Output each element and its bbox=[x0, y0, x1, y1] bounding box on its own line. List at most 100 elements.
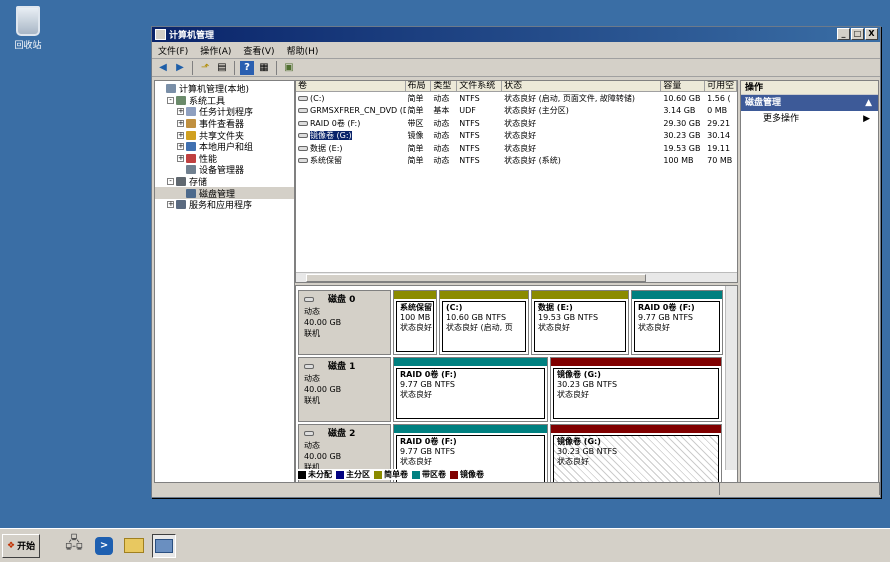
col-header-type[interactable]: 类型 bbox=[431, 81, 458, 91]
volume-name: 数据 (E:) bbox=[310, 143, 343, 153]
tree-node[interactable]: - 存储 bbox=[155, 176, 294, 188]
tree-node-icon bbox=[186, 107, 196, 117]
expand-toggle-icon[interactable]: + bbox=[167, 201, 174, 209]
more-actions-item[interactable]: 更多操作 ▶ bbox=[741, 111, 878, 127]
tree-node[interactable]: 磁盘管理 bbox=[155, 187, 294, 200]
start-button[interactable]: ❖ 开始 bbox=[2, 533, 41, 558]
tree-node[interactable]: - 系统工具 bbox=[155, 95, 294, 107]
volume-title: RAID 0卷 (F:) bbox=[638, 303, 695, 312]
title-bar[interactable]: 计算机管理 _ □ X bbox=[152, 27, 880, 42]
volume-block[interactable]: RAID 0卷 (F:) 9.77 GB NTFS 状态良好 bbox=[393, 357, 548, 422]
volume-row[interactable]: (C:) 简单 动态 NTFS 状态良好 (启动, 页面文件, 故障转储) 10.60 G… bbox=[296, 92, 737, 105]
col-header-volume[interactable]: 卷 bbox=[296, 81, 406, 91]
tree-node[interactable]: + 共享文件夹 bbox=[155, 129, 294, 142]
col-header-filesystem[interactable]: 文件系统 bbox=[457, 81, 503, 91]
menu-file[interactable]: 文件(F) bbox=[158, 44, 188, 57]
volume-size-fs: 100 MB N bbox=[400, 313, 433, 322]
tree-node[interactable]: 设备管理器 bbox=[155, 164, 294, 176]
computer-management-window: 计算机管理 _ □ X 文件(F) 操作(A) 查看(V) 帮助(H) ◀ ▶ … bbox=[151, 26, 881, 498]
menu-help[interactable]: 帮助(H) bbox=[287, 44, 319, 57]
tree-node[interactable]: 计算机管理(本地) bbox=[155, 83, 294, 95]
disk-size: 40.00 GB bbox=[304, 318, 342, 327]
tree-node-icon bbox=[176, 177, 186, 187]
explorer-icon[interactable] bbox=[122, 534, 146, 558]
tree-node[interactable]: + 性能 bbox=[155, 153, 294, 165]
volume-row[interactable]: 系统保留 简单 动态 NTFS 状态良好 (系统) 100 MB 70 MB bbox=[296, 155, 737, 168]
expand-toggle-icon[interactable]: + bbox=[177, 143, 184, 151]
volume-block[interactable]: 数据 (E:) 19.53 GB NTFS 状态良好 bbox=[531, 290, 629, 355]
volume-cell: 状态良好 (系统) bbox=[504, 156, 561, 166]
disk-type: 动态 bbox=[304, 441, 320, 450]
vertical-scrollbar[interactable] bbox=[725, 286, 737, 470]
volume-cell: 基本 bbox=[433, 106, 450, 116]
status-section bbox=[720, 483, 880, 495]
horizontal-scrollbar[interactable] bbox=[296, 272, 737, 282]
submenu-arrow-icon: ▶ bbox=[863, 114, 870, 124]
col-header-capacity[interactable]: 容量 bbox=[661, 81, 706, 91]
volume-cell: GRMSXFRER_CN_DVD (D:) bbox=[296, 106, 406, 115]
volume-block[interactable]: 镜像卷 (G:) 30.23 GB NTFS 状态良好 bbox=[550, 357, 722, 422]
computer-management-task-icon[interactable] bbox=[152, 533, 177, 558]
server-manager-icon[interactable]: 🖧 bbox=[62, 533, 86, 558]
volume-row[interactable]: 数据 (E:) 简单 动态 NTFS 状态良好 19.53 GB 19.11 bbox=[296, 142, 737, 155]
col-header-status[interactable]: 状态 bbox=[502, 81, 662, 91]
volume-type-bar bbox=[394, 291, 436, 299]
volume-block[interactable]: (C:) 10.60 GB NTFS 状态良好 (启动, 页 bbox=[439, 290, 529, 355]
tree-node-icon bbox=[186, 142, 196, 152]
volume-block[interactable]: 系统保留100 MB N状态良好 bbox=[393, 290, 437, 355]
properties-icon[interactable]: ▣ bbox=[282, 61, 296, 75]
back-icon[interactable]: ◀ bbox=[156, 61, 170, 75]
powershell-icon[interactable]: > bbox=[92, 534, 116, 558]
volume-title: 镜像卷 (G:) bbox=[557, 370, 601, 379]
tree-node[interactable]: + 本地用户和组 bbox=[155, 141, 294, 153]
volume-status: 状态良好 (启动, 页 bbox=[446, 323, 513, 332]
more-actions-label: 更多操作 bbox=[763, 114, 800, 124]
legend-label: 带区卷 bbox=[422, 470, 446, 479]
expand-toggle-icon[interactable]: + bbox=[177, 131, 184, 139]
up-folder-icon[interactable]: ⬏ bbox=[198, 61, 212, 75]
scroll-thumb[interactable] bbox=[306, 274, 646, 282]
help-icon[interactable]: ? bbox=[240, 60, 254, 75]
volume-title: (C:) bbox=[446, 303, 463, 312]
tree-node[interactable]: + 事件查看器 bbox=[155, 118, 294, 130]
show-hide-tree-icon[interactable]: ▤ bbox=[215, 61, 229, 75]
expand-toggle-icon[interactable]: - bbox=[167, 96, 174, 104]
navigation-tree: 计算机管理(本地) - 系统工具 + 任务计划程序 + 事件查看器 + 共享文件夹 + 本地用户和组… bbox=[154, 80, 295, 483]
disk-label[interactable]: 磁盘 1 动态 40.00 GB 联机 bbox=[298, 357, 391, 422]
view-icon[interactable]: ▦ bbox=[257, 61, 271, 75]
maximize-button[interactable]: □ bbox=[851, 28, 864, 40]
menu-action[interactable]: 操作(A) bbox=[200, 44, 231, 57]
volume-block[interactable]: 镜像卷 (G:) 30.23 GB NTFS 状态良好 bbox=[550, 424, 722, 482]
volume-block[interactable]: RAID 0卷 (F:) 9.77 GB NTFS 状态良好 bbox=[631, 290, 723, 355]
disk-type: 动态 bbox=[304, 307, 320, 316]
expand-toggle-icon[interactable]: - bbox=[167, 178, 174, 186]
actions-section-disk-management[interactable]: 磁盘管理 ▲ bbox=[741, 95, 878, 111]
expand-toggle-icon[interactable]: + bbox=[177, 120, 184, 128]
disk-label[interactable]: 磁盘 0 动态 40.00 GB 联机 bbox=[298, 290, 391, 355]
menu-bar: 文件(F) 操作(A) 查看(V) 帮助(H) bbox=[152, 42, 880, 59]
collapse-icon[interactable]: ▲ bbox=[865, 95, 872, 111]
volume-size-fs: 19.53 GB NTFS bbox=[538, 313, 599, 322]
tree-node[interactable]: + 任务计划程序 bbox=[155, 106, 294, 118]
legend-item: 简单卷 bbox=[374, 469, 408, 480]
close-button[interactable]: X bbox=[865, 28, 878, 40]
volume-type-bar bbox=[551, 358, 721, 366]
col-header-layout[interactable]: 布局 bbox=[406, 81, 432, 91]
volume-title: 镜像卷 (G:) bbox=[557, 437, 601, 446]
volume-row[interactable]: GRMSXFRER_CN_DVD (D:) 简单 基本 UDF 状态良好 (主分区) 3.… bbox=[296, 105, 737, 118]
volume-type-bar bbox=[394, 358, 547, 366]
recycle-bin-desktop-icon[interactable]: 回收站 bbox=[8, 6, 48, 51]
forward-icon[interactable]: ▶ bbox=[173, 61, 187, 75]
volume-size-fs: 30.23 GB NTFS bbox=[557, 380, 618, 389]
volume-icon bbox=[298, 158, 308, 164]
col-header-free[interactable]: 可用空 bbox=[705, 81, 737, 91]
volume-cell: 动态 bbox=[433, 118, 450, 128]
volume-row[interactable]: RAID 0卷 (F:) 带区 动态 NTFS 状态良好 29.30 GB 29.21 bbox=[296, 117, 737, 130]
volume-cell: 动态 bbox=[433, 93, 450, 103]
tree-node[interactable]: + 服务和应用程序 bbox=[155, 199, 294, 211]
minimize-button[interactable]: _ bbox=[837, 28, 850, 40]
menu-view[interactable]: 查看(V) bbox=[243, 44, 274, 57]
expand-toggle-icon[interactable]: + bbox=[177, 154, 184, 162]
volume-row[interactable]: 镜像卷 (G:) 镜像 动态 NTFS 状态良好 30.23 GB 30.14 bbox=[296, 130, 737, 143]
expand-toggle-icon[interactable]: + bbox=[177, 108, 184, 116]
